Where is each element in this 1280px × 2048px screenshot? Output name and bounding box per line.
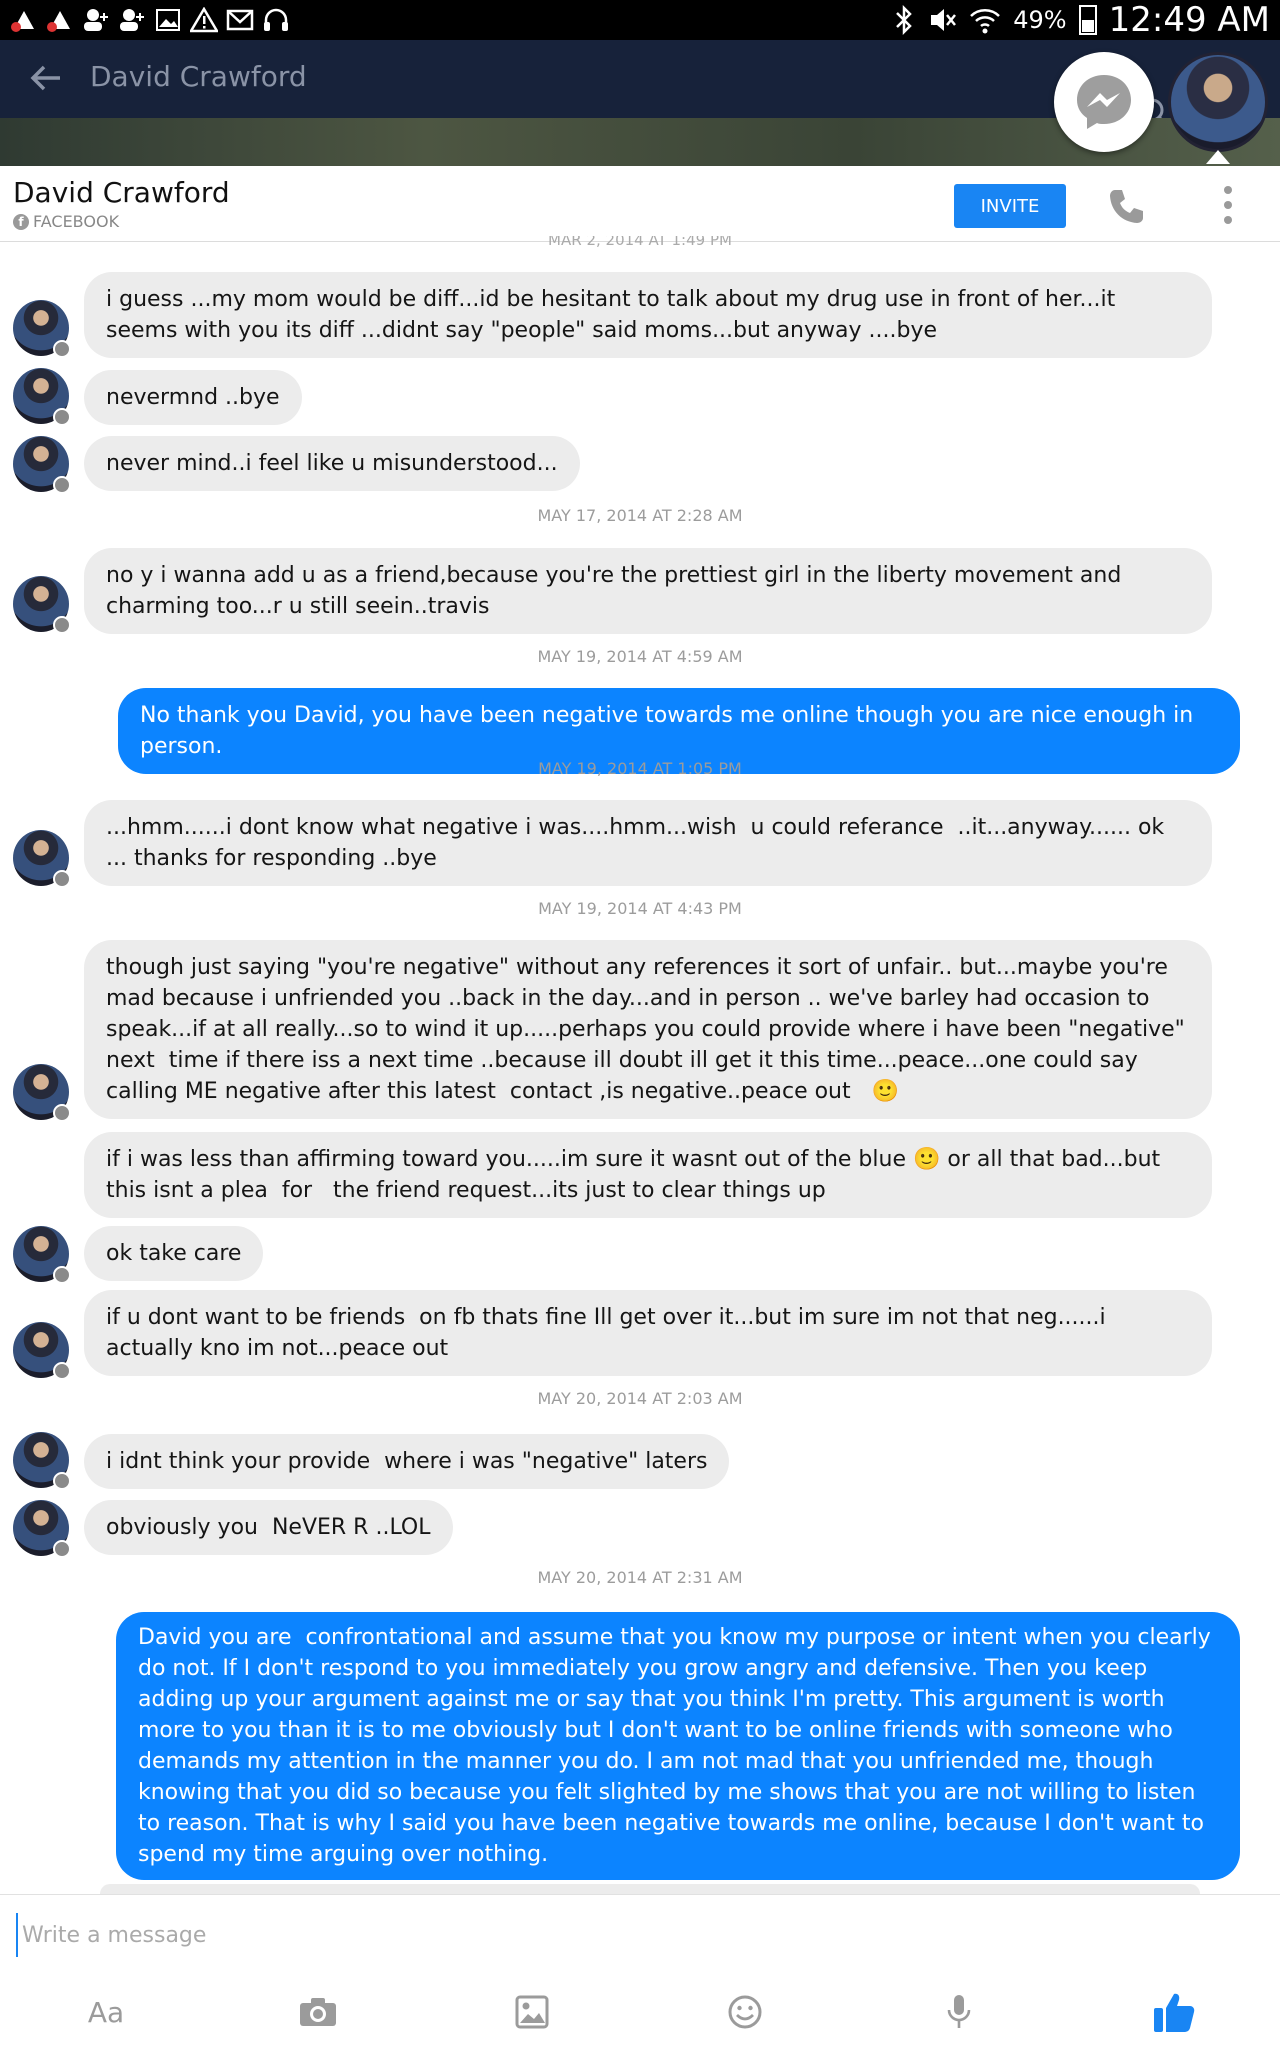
emoji-icon <box>728 1995 762 2029</box>
facebook-badge-icon <box>53 1472 71 1490</box>
incoming-message[interactable]: ok take care <box>84 1226 264 1281</box>
message-composer: Aa <box>0 1894 1280 2048</box>
battery-percent: 49% <box>1013 6 1067 34</box>
contact-avatar[interactable] <box>13 1500 71 1558</box>
image-icon <box>515 1995 549 2029</box>
facebook-badge-icon <box>53 1540 71 1558</box>
wifi-icon <box>970 9 1001 34</box>
back-arrow-icon[interactable] <box>26 58 66 98</box>
contact-avatar[interactable] <box>13 576 71 634</box>
facebook-badge-icon <box>53 476 71 494</box>
incoming-message[interactable]: nevermnd ..bye <box>84 370 302 425</box>
incoming-message[interactable]: though just saying "you're negative" wit… <box>84 940 1212 1119</box>
incoming-message[interactable]: never mind..i feel like u misunderstood.… <box>84 436 580 491</box>
facebook-badge-icon <box>53 870 71 888</box>
phone-icon[interactable] <box>1106 186 1146 226</box>
contact-name: David Crawford <box>13 176 230 209</box>
incoming-message[interactable]: ...hmm......i dont know what negative i … <box>84 800 1212 886</box>
facebook-icon: f <box>13 213 29 230</box>
contact-avatar[interactable] <box>13 1064 71 1122</box>
notification-app-icon <box>47 11 70 32</box>
facebook-badge-icon <box>53 616 71 634</box>
more-vertical-icon[interactable] <box>1218 184 1238 226</box>
add-friend-icon <box>84 9 108 31</box>
facebook-badge-icon <box>53 1104 71 1122</box>
contact-avatar[interactable] <box>13 436 71 494</box>
system-indicators: 49% 12:49 AM <box>893 0 1270 40</box>
warning-icon <box>190 7 218 33</box>
voice-button[interactable] <box>931 1987 987 2037</box>
image-notification-icon <box>156 9 180 31</box>
emoji-button[interactable] <box>717 1987 773 2037</box>
add-friend-icon <box>120 9 144 31</box>
text-format-label: Aa <box>87 1995 125 2029</box>
outgoing-message[interactable]: David you are confrontational and assume… <box>116 1612 1240 1880</box>
chat-header: David Crawford f FACEBOOK INVITE <box>0 166 1280 242</box>
thumbs-up-icon <box>1154 1993 1195 2032</box>
bluetooth-icon <box>896 5 913 35</box>
contact-chat-head-avatar[interactable] <box>1168 52 1268 152</box>
contact-source: f FACEBOOK <box>13 212 119 231</box>
timestamp: MAY 19, 2014 AT 1:05 PM <box>538 759 742 778</box>
battery-icon <box>1078 5 1097 35</box>
invite-button[interactable]: INVITE <box>954 184 1066 228</box>
contact-avatar[interactable] <box>13 1226 71 1284</box>
microphone-icon <box>947 1995 971 2028</box>
facebook-badge-icon <box>53 1266 71 1284</box>
timestamp: MAY 17, 2014 AT 2:28 AM <box>537 506 743 525</box>
incoming-message[interactable]: if u dont want to be friends on fb thats… <box>84 1290 1212 1376</box>
contact-avatar[interactable] <box>13 830 71 888</box>
timestamp: MAR 2, 2014 AT 1:49 PM <box>548 236 732 248</box>
messenger-icon <box>1077 75 1131 129</box>
timestamp: MAY 19, 2014 AT 4:43 PM <box>538 899 742 918</box>
incoming-message[interactable]: i guess ...my mom would be diff...id be … <box>84 272 1212 358</box>
contact-source-label: FACEBOOK <box>33 212 120 231</box>
gmail-icon <box>226 9 254 31</box>
mute-icon <box>931 9 957 31</box>
contact-avatar[interactable] <box>13 300 71 358</box>
timestamp: MAY 20, 2014 AT 2:31 AM <box>537 1568 743 1587</box>
contact-avatar[interactable] <box>13 1432 71 1490</box>
like-button[interactable] <box>1146 1987 1202 2037</box>
facebook-badge-icon <box>53 1362 71 1380</box>
facebook-badge-icon <box>53 408 71 426</box>
message-input[interactable] <box>16 1913 1256 1957</box>
incoming-message[interactable]: no y i wanna add u as a friend,because y… <box>84 548 1212 634</box>
incoming-message[interactable]: if i was less than affirming toward you.… <box>84 1132 1212 1218</box>
status-bar: 49% 12:49 AM <box>0 0 1280 40</box>
contact-avatar[interactable] <box>13 368 71 426</box>
incoming-message[interactable]: obviously you NeVER R ..LOL <box>84 1500 453 1555</box>
background-conversation-title: David Crawford <box>90 60 307 93</box>
contact-avatar[interactable] <box>13 1322 71 1380</box>
partial-message-bubble <box>100 1884 1200 1894</box>
facebook-badge-icon <box>53 340 71 358</box>
messenger-chat-head[interactable] <box>1054 52 1154 152</box>
incoming-message[interactable]: i idnt think your provide where i was "n… <box>84 1434 730 1489</box>
chat-head-pointer <box>1206 150 1230 164</box>
headset-icon <box>264 8 288 31</box>
clock: 12:49 AM <box>1108 0 1270 40</box>
timestamp: MAY 20, 2014 AT 2:03 AM <box>537 1389 743 1408</box>
text-format-button[interactable]: Aa <box>78 1987 134 2037</box>
camera-icon <box>300 1998 336 2026</box>
timestamp: MAY 19, 2014 AT 4:59 AM <box>537 647 743 666</box>
camera-button[interactable] <box>290 1987 346 2037</box>
notification-app-icon <box>11 11 34 32</box>
gallery-button[interactable] <box>504 1987 560 2037</box>
notification-icons <box>10 4 290 36</box>
